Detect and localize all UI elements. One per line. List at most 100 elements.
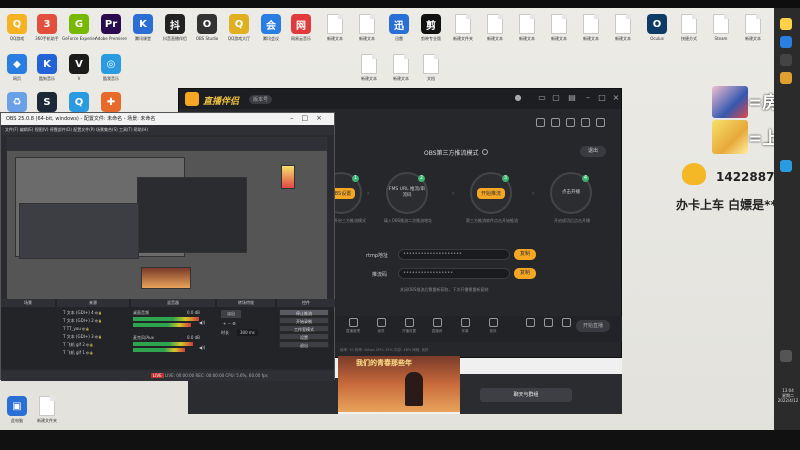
- obs-window-controls[interactable]: –□×: [290, 114, 330, 122]
- live-taskbar-icon[interactable]: [780, 72, 792, 84]
- live-skin-icon[interactable]: ▢: [551, 93, 561, 103]
- live-settings-icon[interactable]: ▤: [567, 93, 577, 103]
- volume-icon[interactable]: [780, 350, 792, 362]
- tool-live-settings[interactable]: 开播设置: [399, 318, 419, 334]
- visibility-icon[interactable]: 👁🔒: [94, 311, 103, 315]
- desktop-icon[interactable]: 新建文本: [350, 14, 384, 41]
- desktop-icon[interactable]: O Oculus: [640, 14, 674, 41]
- camera-icon: [525, 318, 535, 327]
- exit-button[interactable]: 退出: [279, 341, 329, 348]
- visibility-icon[interactable]: 👁🔒: [85, 343, 94, 347]
- visibility-icon[interactable]: 👁🔒: [85, 351, 94, 355]
- app-icon: K: [37, 54, 57, 74]
- live-mail-icon[interactable]: ▭: [537, 93, 547, 103]
- tool-camera[interactable]: [520, 318, 540, 327]
- tool-room[interactable]: 直播间: [427, 318, 447, 334]
- desktop-icon[interactable]: VV: [62, 54, 96, 81]
- desktop-icon[interactable]: 新建文本: [352, 54, 386, 81]
- desktop-icon[interactable]: Q QQ游戏大厅: [222, 14, 256, 41]
- desktop-icon[interactable]: G GeForce Experience: [62, 14, 96, 41]
- source-item[interactable]: T 文本 (GDI+) 3 👁🔒: [63, 334, 102, 340]
- desktop-icon[interactable]: 剪剪映专业版: [414, 14, 448, 41]
- desktop-icon[interactable]: 新建文本: [510, 14, 544, 41]
- lock-icon[interactable]: [536, 118, 545, 127]
- desktop-icon[interactable]: 会腾讯会议: [254, 14, 288, 41]
- desktop-icon[interactable]: 新建文本: [736, 14, 770, 41]
- stream-key-field[interactable]: •••••••••••••••••: [398, 268, 510, 279]
- desktop-icon[interactable]: 快捷方式: [672, 14, 706, 41]
- source-item[interactable]: T TT_you 👁🔒: [63, 326, 89, 331]
- grid-icon[interactable]: [551, 118, 560, 127]
- tool-mic[interactable]: 伴奏: [455, 318, 475, 334]
- desktop-icon[interactable]: Pr Adobe Premiere: [94, 14, 128, 41]
- exit-obs-mode-button[interactable]: 退出: [580, 146, 606, 157]
- source-item[interactable]: T 飞机 gif 1 👁🔒: [63, 350, 93, 356]
- nested-toolbar: [7, 137, 327, 151]
- desktop-icon-label: GeForce Experience: [62, 36, 96, 41]
- obs-menubar[interactable]: 文件(F) 编辑(E) 视图(V) 停靠部件(D) 配置文件(P) 场景集合(S…: [1, 125, 334, 135]
- rtmp-field[interactable]: ••••••••••••••••••••: [398, 249, 510, 260]
- tool-gear[interactable]: [556, 318, 576, 327]
- speaker-icon[interactable]: ◀)): [199, 320, 205, 325]
- source-item[interactable]: T 文本 (GDI+) 2 👁🔒: [63, 318, 102, 324]
- desktop-icon[interactable]: K 酷狗音乐: [30, 54, 64, 81]
- desktop-icon[interactable]: Q QQ游戏: [0, 14, 34, 41]
- desktop-icon[interactable]: 新建文本: [478, 14, 512, 41]
- browser-icon[interactable]: [780, 36, 792, 48]
- tool-live-manage[interactable]: 直播管理: [343, 318, 363, 334]
- transition-add-remove[interactable]: + − ⚙: [223, 321, 236, 326]
- live-minimize-icon[interactable]: –: [583, 93, 593, 103]
- live-close-icon[interactable]: ×: [611, 93, 621, 103]
- visibility-icon[interactable]: 👁🔒: [94, 335, 103, 339]
- source-item[interactable]: T 文本 (GDI+) 4 👁🔒: [63, 310, 102, 316]
- copy-key-button[interactable]: 复制: [514, 268, 536, 279]
- share-icon[interactable]: [596, 118, 605, 127]
- desktop-icon[interactable]: Steam: [704, 14, 738, 41]
- tool-record[interactable]: [538, 318, 558, 327]
- chat-groups-button[interactable]: 聊天与群组: [480, 388, 572, 402]
- tool-quality[interactable]: 画质: [371, 318, 391, 334]
- desktop-icon[interactable]: ◆ 网页: [0, 54, 34, 81]
- transitions-dock-header: 转场特效: [217, 299, 275, 307]
- desktop-icon[interactable]: 抖抖音直播伴侣: [158, 14, 192, 41]
- refresh-icon[interactable]: [566, 118, 575, 127]
- bell-icon[interactable]: [581, 118, 590, 127]
- desktop-icon[interactable]: 3 360手机助手: [30, 14, 64, 41]
- desktop-icon[interactable]: O OBS Studio: [190, 14, 224, 41]
- start-live-button[interactable]: 开始直播: [576, 320, 610, 332]
- desktop-icon[interactable]: ▣ 此电脑: [0, 396, 34, 423]
- desktop-icon[interactable]: 新建文件夹: [30, 396, 64, 423]
- stop-streaming-button[interactable]: 停止推流: [279, 309, 329, 316]
- desktop-icon[interactable]: K 腾讯课堂: [126, 14, 160, 41]
- qq-taskbar-icon[interactable]: [780, 160, 792, 172]
- help-icon[interactable]: [481, 149, 488, 155]
- visibility-icon[interactable]: 👁🔒: [94, 319, 103, 323]
- duration-input[interactable]: 300 ms: [237, 329, 258, 336]
- start-recording-button[interactable]: 开始录制: [279, 317, 329, 324]
- source-item[interactable]: T 飞机 gif 2 👁🔒: [63, 342, 93, 348]
- desktop-icon[interactable]: 新建文本: [318, 14, 352, 41]
- desktop-icon[interactable]: 新建文件夹: [446, 14, 480, 41]
- tool-audio[interactable]: 音效: [483, 318, 503, 334]
- desktop-icon[interactable]: 新建文本: [384, 54, 418, 81]
- speaker-icon[interactable]: ◀)): [199, 345, 205, 350]
- transition-select[interactable]: 淡出: [221, 310, 241, 318]
- folder-icon[interactable]: [780, 18, 792, 30]
- desktop-icon[interactable]: 新建文本: [606, 14, 640, 41]
- desktop-icon[interactable]: 文档: [414, 54, 448, 81]
- obs-taskbar-icon[interactable]: [780, 54, 792, 66]
- live-avatar-icon[interactable]: ●: [513, 93, 523, 103]
- desktop-icon[interactable]: 新建文本: [542, 14, 576, 41]
- live-app-title: 直播伴侣: [203, 97, 240, 107]
- desktop-icon[interactable]: ◎ 酷我音乐: [94, 54, 128, 81]
- live-version-badge[interactable]: 版本号: [249, 95, 273, 104]
- live-maximize-icon[interactable]: □: [597, 93, 607, 103]
- desktop-icon[interactable]: 新建文本: [574, 14, 608, 41]
- copy-rtmp-button[interactable]: 复制: [514, 249, 536, 260]
- desktop-icon[interactable]: 迅迅雷: [382, 14, 416, 41]
- desktop-icon[interactable]: 网网易云音乐: [284, 14, 318, 41]
- taskbar-clock[interactable]: 13:04 星期二 2022/4/12: [776, 388, 800, 403]
- settings-button[interactable]: 设置: [279, 333, 329, 340]
- studio-mode-button[interactable]: 工作室模式: [279, 325, 329, 332]
- visibility-icon[interactable]: 👁🔒: [81, 327, 90, 331]
